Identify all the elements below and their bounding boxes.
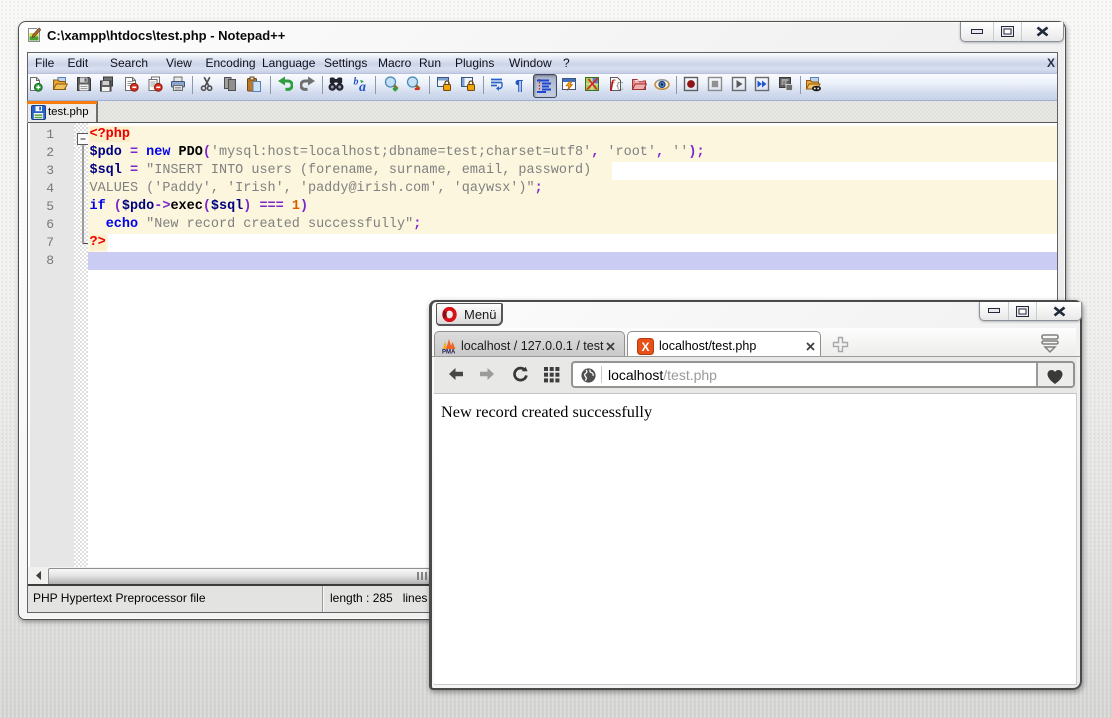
svg-text:PMA: PMA [442,350,456,355]
svg-text:¶: ¶ [515,77,523,92]
svg-text:b: b [353,77,358,88]
svg-text:X: X [641,340,649,354]
svg-text:a: a [359,80,366,92]
svg-text:{}: {} [616,81,624,91]
